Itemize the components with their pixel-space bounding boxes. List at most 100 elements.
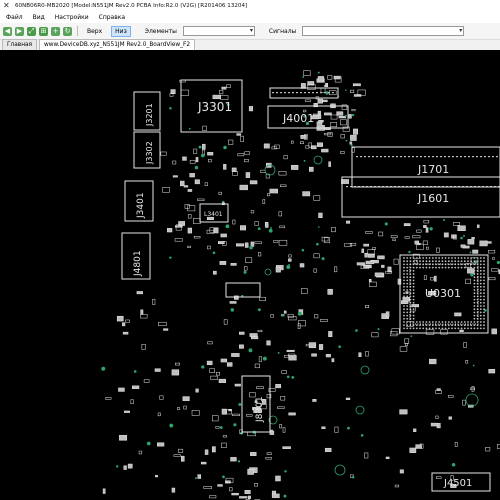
smd-pad bbox=[425, 329, 435, 335]
via bbox=[410, 335, 413, 337]
connector-pin bbox=[276, 92, 278, 94]
smd-pad bbox=[244, 151, 250, 155]
bga-ball bbox=[473, 292, 476, 295]
smd-pad bbox=[122, 322, 126, 327]
bga-ball bbox=[406, 285, 409, 288]
board-drawing[interactable]: J3301 J4001 J1701 J1601 U0301 J3401 J480… bbox=[0, 50, 500, 500]
smd-pad bbox=[430, 422, 438, 427]
smd-pad bbox=[159, 395, 164, 400]
bga-ball bbox=[406, 257, 409, 259]
bga-ball bbox=[463, 260, 466, 263]
via bbox=[345, 139, 348, 142]
bga-ball bbox=[463, 327, 466, 330]
menu-help[interactable]: Справка bbox=[95, 14, 129, 21]
via bbox=[115, 465, 119, 468]
smd-pad bbox=[234, 295, 239, 300]
back-icon[interactable]: ◀ bbox=[3, 26, 12, 36]
smd-pad bbox=[202, 143, 206, 150]
connector-pin bbox=[272, 92, 274, 94]
bga-ball bbox=[406, 295, 409, 298]
smd-pad bbox=[254, 241, 262, 244]
bga-ball bbox=[415, 321, 418, 323]
connector-pin bbox=[346, 186, 348, 188]
via bbox=[429, 227, 433, 231]
bga-ball bbox=[406, 298, 409, 301]
bga-ball bbox=[441, 321, 444, 323]
bga-ball bbox=[422, 324, 425, 327]
via bbox=[248, 348, 253, 353]
smd-pad bbox=[404, 338, 410, 344]
connector-pin bbox=[472, 156, 474, 158]
bga-ball bbox=[473, 285, 476, 288]
bga-ball bbox=[473, 295, 476, 298]
bga-ball bbox=[444, 260, 447, 263]
bga-ball bbox=[406, 327, 409, 330]
zoom-fit-icon[interactable]: ⊞ bbox=[39, 26, 48, 36]
smd-pad bbox=[282, 427, 286, 433]
smd-pad bbox=[202, 125, 207, 131]
smd-pad bbox=[316, 142, 323, 147]
bga-ball bbox=[403, 308, 405, 311]
bga-ball bbox=[406, 321, 409, 323]
bottom-side-button[interactable]: Низ bbox=[111, 25, 131, 37]
connector-pin bbox=[296, 92, 298, 94]
bga-ball bbox=[425, 260, 428, 263]
bga-ball bbox=[403, 292, 405, 295]
label-u0301: U0301 bbox=[425, 287, 461, 300]
bga-ball bbox=[447, 257, 450, 259]
top-side-button[interactable]: Верх bbox=[84, 27, 105, 36]
smd-pad bbox=[178, 448, 184, 453]
connector-pin bbox=[448, 156, 450, 158]
via bbox=[317, 71, 320, 74]
tab-boardview[interactable]: www.DeviceDB.xyz_N551JM Rev2.0_BoardView… bbox=[39, 39, 196, 50]
smd-pad bbox=[269, 188, 278, 194]
menu-settings[interactable]: Настройки bbox=[51, 14, 93, 21]
smd-pad bbox=[220, 358, 228, 363]
chevron-down-icon[interactable]: ▾ bbox=[459, 27, 462, 35]
fit-view-icon[interactable]: ⤢ bbox=[27, 26, 36, 36]
smd-pad bbox=[123, 465, 127, 470]
tab-home[interactable]: Главная bbox=[2, 39, 38, 50]
smd-pad bbox=[423, 225, 427, 228]
smd-pad bbox=[189, 173, 195, 178]
bga-ball bbox=[403, 327, 405, 330]
smd-pad bbox=[229, 487, 233, 492]
bga-ball bbox=[479, 266, 482, 269]
bga-ball bbox=[473, 305, 476, 307]
bga-ball bbox=[483, 298, 485, 301]
smd-pad bbox=[197, 198, 205, 201]
bga-ball bbox=[454, 257, 457, 259]
bga-ball bbox=[406, 324, 409, 327]
forward-icon[interactable]: ▶ bbox=[15, 26, 24, 36]
via bbox=[460, 236, 463, 240]
label-l3401: L3401 bbox=[204, 211, 223, 218]
chevron-down-icon[interactable]: ▾ bbox=[250, 27, 253, 35]
via bbox=[351, 113, 355, 117]
elements-combobox[interactable]: ▾ bbox=[182, 26, 255, 36]
smd-pad bbox=[175, 225, 183, 228]
smd-pad bbox=[358, 352, 362, 357]
bga-ball bbox=[403, 295, 405, 298]
refresh-icon[interactable]: ↻ bbox=[63, 26, 72, 36]
bga-ball bbox=[412, 285, 415, 288]
via bbox=[408, 250, 411, 254]
tab-bar: Главная www.DeviceDB.xyz_N551JM Rev2.0_B… bbox=[0, 39, 500, 50]
bga-ball bbox=[412, 295, 415, 298]
smd-pad bbox=[352, 83, 361, 87]
signals-combobox[interactable]: ▾ bbox=[302, 26, 465, 36]
zoom-in-icon[interactable]: + bbox=[51, 26, 60, 36]
smd-pad bbox=[314, 314, 319, 319]
smd-pad bbox=[399, 469, 404, 474]
component-outline[interactable] bbox=[225, 282, 261, 298]
smd-pad bbox=[479, 240, 488, 247]
smd-pad bbox=[193, 148, 198, 154]
bga-ball bbox=[479, 314, 482, 317]
via bbox=[338, 345, 342, 349]
smd-pad bbox=[448, 395, 454, 398]
board-canvas[interactable]: J3301 J4001 J1701 J1601 U0301 J3401 J480… bbox=[0, 50, 500, 500]
via bbox=[268, 228, 273, 233]
menu-view[interactable]: Вид bbox=[29, 14, 49, 21]
smd-pad bbox=[457, 225, 466, 231]
smd-pad bbox=[278, 171, 287, 176]
menu-file[interactable]: Файл bbox=[2, 14, 27, 21]
